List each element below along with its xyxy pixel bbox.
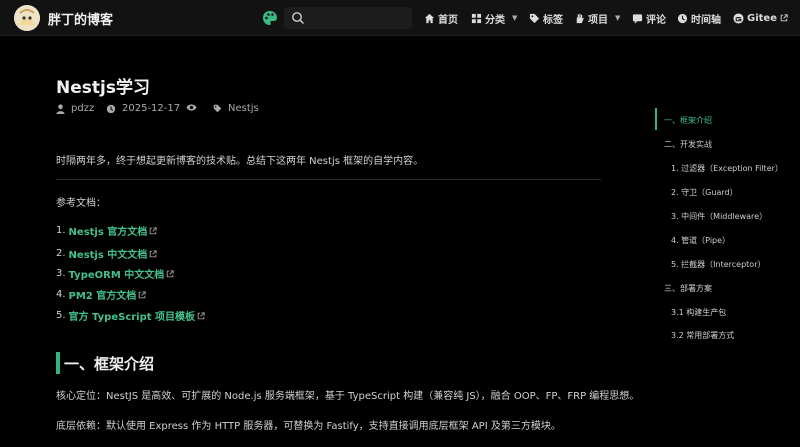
eye-icon	[186, 104, 197, 111]
nav-categories[interactable]: 分类 ▼	[471, 11, 518, 26]
toc-item[interactable]: 2. 守卫（Guard）	[671, 187, 738, 198]
tag-label: Nestjs	[228, 103, 259, 114]
toc-item[interactable]: 3.2 常用部署方式	[671, 330, 734, 341]
toc-item[interactable]: 一、框架介绍	[664, 115, 712, 126]
list-number: 5.	[56, 310, 66, 321]
external-link-icon	[139, 290, 146, 298]
nav-timeline[interactable]: 时间轴	[677, 11, 721, 26]
nav-comments[interactable]: 评论	[632, 11, 666, 26]
avatar-icon	[14, 5, 40, 31]
refs-heading: 参考文档：	[56, 198, 106, 209]
nav-gitee-label: Gitee	[747, 12, 777, 24]
hand-icon	[576, 13, 584, 23]
list-item[interactable]: 1. Nestjs 官方文档	[56, 223, 157, 238]
nav-projects[interactable]: 项目 ▼	[574, 11, 621, 26]
gitee-icon	[733, 12, 744, 24]
chevron-down-icon: ▼	[615, 14, 621, 22]
theme-palette-button[interactable]	[262, 10, 278, 26]
list-item[interactable]: 4. PM2 官方文档	[56, 287, 146, 302]
external-link-icon	[197, 311, 205, 319]
site-logo-avatar[interactable]	[14, 5, 40, 31]
reference-link[interactable]: 官方 TypeScript 项目模板	[69, 308, 195, 323]
toc-item[interactable]: 3. 中间件（Middleware）	[671, 211, 767, 222]
meta-author[interactable]: pdzz	[56, 103, 94, 114]
clock-icon	[677, 13, 688, 23]
toc-item[interactable]: 1. 过滤器（Exception Filter）	[671, 163, 783, 174]
toc-item[interactable]: 3.1 构建生产包	[671, 307, 726, 318]
search-box[interactable]	[284, 7, 412, 29]
external-link-icon	[167, 269, 174, 277]
nav-home[interactable]: 首页	[424, 11, 458, 26]
meta-views	[186, 103, 197, 112]
nav-timeline-label: 时间轴	[691, 14, 721, 26]
publish-date: 2025-12-17	[122, 103, 181, 114]
top-navbar: 胖丁的博客 首页 分类 ▼ 标签 项目 ▼ 评论 时间轴 Gitee	[0, 0, 800, 36]
intro-paragraph: 时隔两年多，终于想起更新博客的技术贴。总结下这两年 Nestjs 框架的自学内容…	[56, 156, 424, 167]
external-link-icon	[780, 14, 788, 22]
nav-gitee[interactable]: Gitee	[733, 11, 788, 25]
reference-link[interactable]: Nestjs 中文文档	[69, 246, 148, 261]
meta-date: 2025-12-17	[106, 103, 180, 114]
home-icon	[424, 13, 435, 23]
nav-tags[interactable]: 标签	[529, 11, 563, 26]
list-item[interactable]: 2. Nestjs 中文文档	[56, 246, 157, 261]
section-heading: 一、框架介绍	[64, 355, 155, 373]
reference-link[interactable]: PM2 官方文档	[69, 287, 137, 302]
nav-projects-label: 项目	[588, 14, 608, 26]
tag-icon	[213, 104, 222, 113]
toc-item[interactable]: 三、部署方案	[664, 283, 712, 294]
list-item[interactable]: 3. TypeORM 中文文档	[56, 266, 174, 281]
search-icon	[292, 12, 304, 24]
toc-item[interactable]: 二、开发实战	[664, 139, 712, 150]
reference-link[interactable]: Nestjs 官方文档	[69, 223, 148, 238]
author-name: pdzz	[71, 103, 95, 114]
meta-tag[interactable]: Nestjs	[213, 103, 259, 114]
search-input[interactable]	[310, 10, 406, 26]
palette-icon	[263, 11, 277, 25]
tag-icon	[529, 13, 540, 23]
user-icon	[56, 103, 65, 114]
article-title: Nestjs学习	[56, 78, 150, 98]
body-paragraph: 核心定位：NestJS 是高效、可扩展的 Node.js 服务端框架，基于 Ty…	[56, 391, 640, 402]
reference-link[interactable]: TypeORM 中文文档	[69, 266, 165, 281]
toc-active-indicator	[655, 108, 657, 130]
site-title[interactable]: 胖丁的博客	[48, 9, 113, 28]
toc-item[interactable]: 4. 管道（Pipe）	[671, 235, 730, 246]
comment-icon	[632, 13, 643, 24]
grid-icon	[471, 13, 482, 23]
external-link-icon	[150, 249, 157, 257]
list-number: 4.	[56, 289, 66, 300]
nav-tags-label: 标签	[543, 14, 563, 26]
list-number: 1.	[56, 225, 66, 236]
nav-categories-label: 分类	[485, 14, 505, 26]
nav-comments-label: 评论	[646, 14, 666, 26]
body-paragraph: 底层依赖：默认使用 Express 作为 HTTP 服务器，可替换为 Fasti…	[56, 421, 561, 432]
chevron-down-icon: ▼	[512, 14, 518, 22]
list-number: 3.	[56, 268, 66, 279]
list-number: 2.	[56, 248, 66, 259]
clock-icon	[106, 104, 116, 113]
table-of-contents: 一、框架介绍 二、开发实战 1. 过滤器（Exception Filter） 2…	[655, 108, 800, 348]
external-link-icon	[150, 226, 157, 234]
nav-home-label: 首页	[438, 14, 458, 26]
toc-item[interactable]: 5. 拦截器（Interceptor）	[671, 259, 766, 270]
list-item[interactable]: 5. 官方 TypeScript 项目模板	[56, 308, 205, 323]
section-accent-bar	[56, 352, 60, 374]
content-divider	[56, 179, 601, 180]
